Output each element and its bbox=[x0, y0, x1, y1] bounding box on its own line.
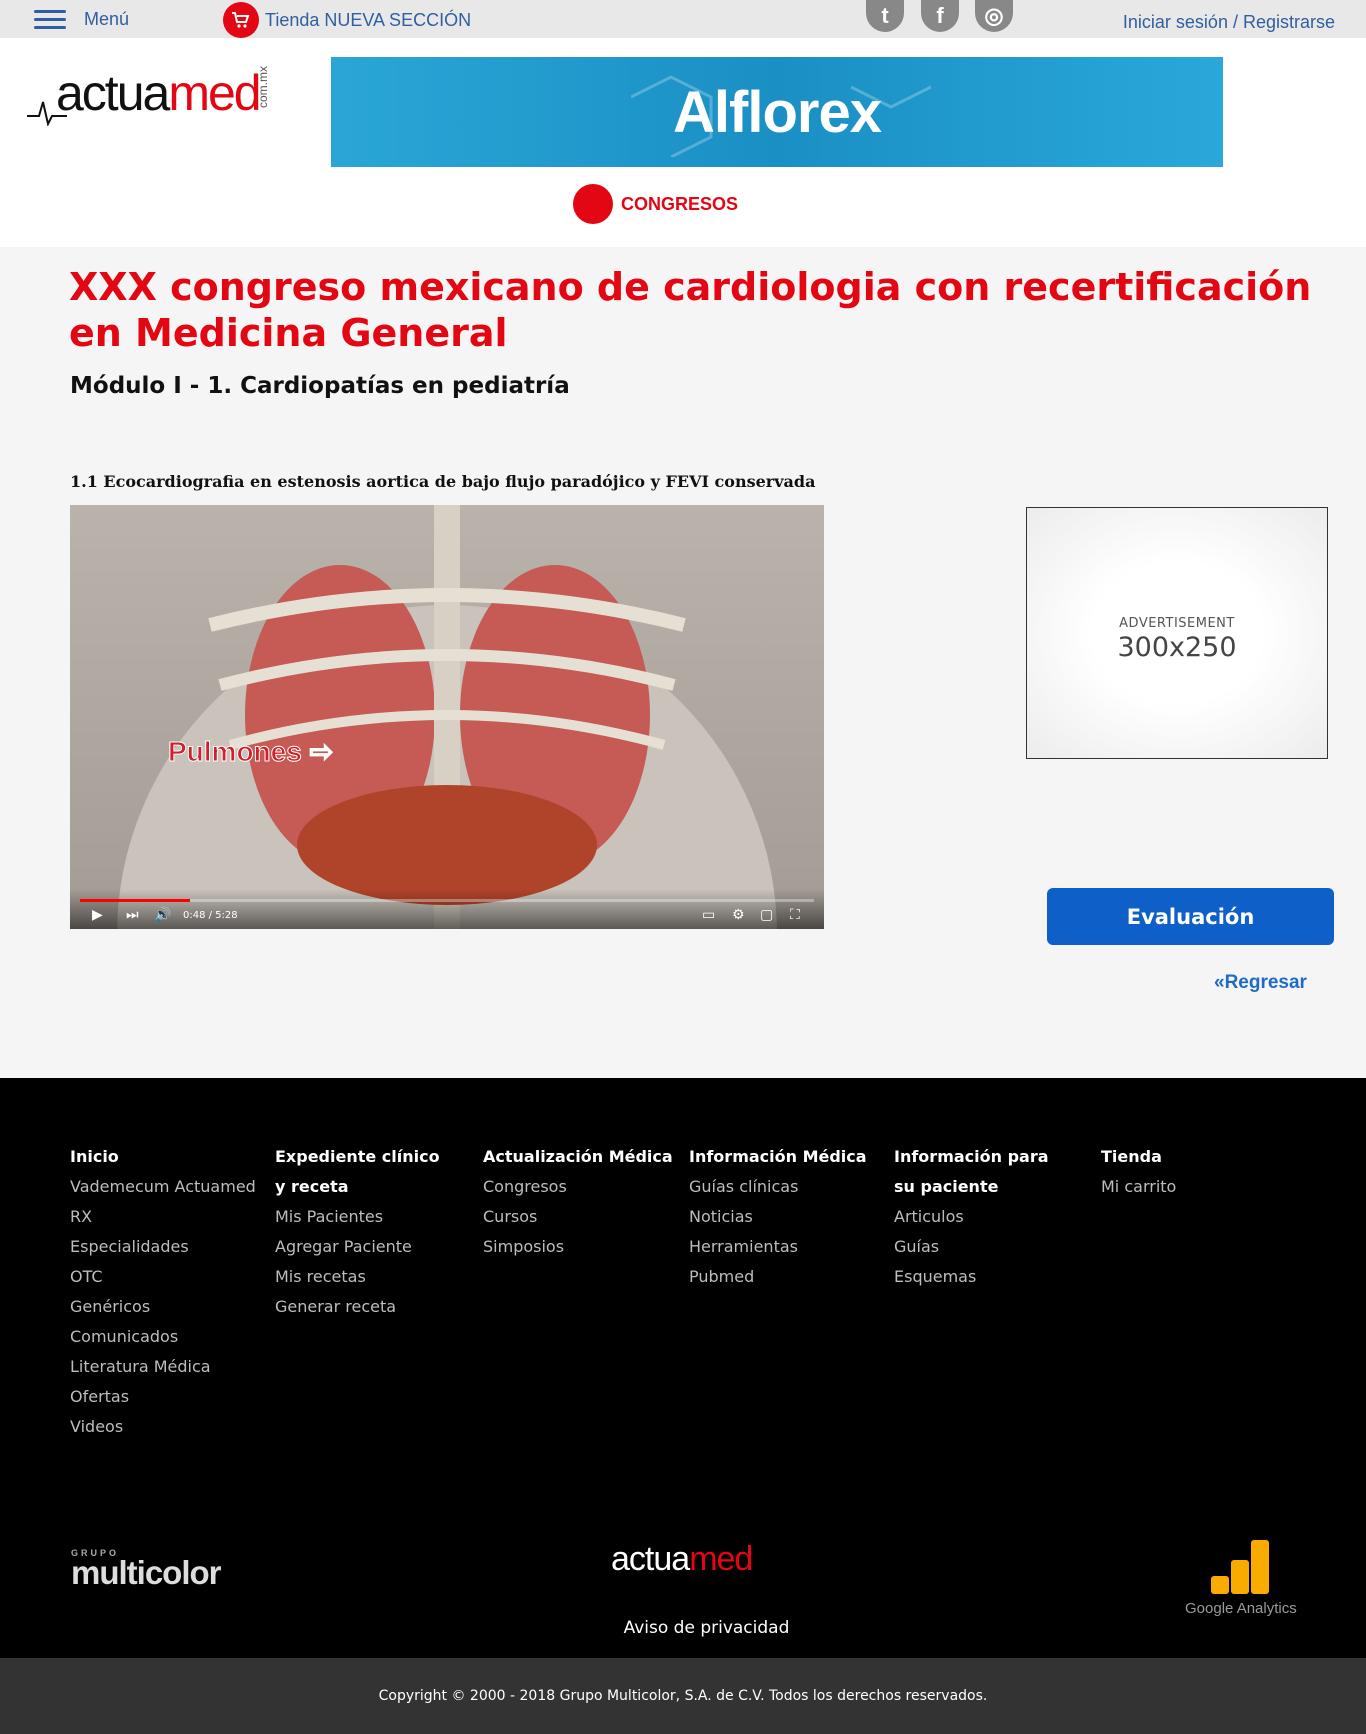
video-overlay-label: Pulmones ⇨ bbox=[167, 736, 334, 768]
video-progress-fill bbox=[80, 899, 191, 902]
footer-col-actualizacion: Actualización Médica Congresos Cursos Si… bbox=[483, 1142, 688, 1262]
footer-logo-text-a: actua bbox=[611, 1540, 690, 1578]
footer-link[interactable]: Congresos bbox=[483, 1172, 688, 1202]
footer-link[interactable]: Mi carrito bbox=[1101, 1172, 1251, 1202]
footer-link[interactable]: Articulos bbox=[894, 1202, 1069, 1232]
video-time: 0:48 / 5:28 bbox=[183, 910, 238, 921]
footer-link[interactable]: Esquemas bbox=[894, 1262, 1069, 1292]
logo-domain: com.mx bbox=[256, 66, 270, 108]
multicolor-logo-big: multicolor bbox=[71, 1554, 222, 1591]
site-header: actuamed com.mx Alflorex CONGRESOS bbox=[0, 38, 1366, 247]
footer-col-inicio: Inicio Vademecum Actuamed RX Especialida… bbox=[70, 1142, 260, 1442]
store-label: Tienda NUEVA SECCIÓN bbox=[265, 9, 472, 30]
footer-link[interactable]: Literatura Médica bbox=[70, 1352, 260, 1382]
footer-link[interactable]: Simposios bbox=[483, 1232, 688, 1262]
footer-col-tienda: Tienda Mi carrito bbox=[1101, 1142, 1251, 1202]
privacy-link[interactable]: Aviso de privacidad bbox=[0, 1618, 1366, 1638]
video-player[interactable]: Pulmones ⇨ ▶ ⏭ 🔊 0:48 / 5:28 ▭ ⚙ ▢ ⛶ bbox=[70, 505, 824, 929]
footer-heading[interactable]: Tienda bbox=[1101, 1142, 1251, 1172]
miniplayer-icon[interactable]: ▢ bbox=[760, 907, 773, 923]
footer-link[interactable]: Mis Pacientes bbox=[275, 1202, 455, 1232]
copyright-text: Copyright © 2000 - 2018 Grupo Multicolor… bbox=[378, 1688, 988, 1704]
footer-link[interactable]: Pubmed bbox=[689, 1262, 889, 1292]
footer-link[interactable]: Especialidades bbox=[70, 1232, 260, 1262]
footer-actuamed-logo[interactable]: actuamed bbox=[611, 1540, 753, 1579]
next-icon[interactable]: ⏭ bbox=[126, 907, 139, 923]
menu-button[interactable]: Menú bbox=[34, 9, 129, 30]
settings-icon[interactable]: ⚙ bbox=[732, 907, 745, 923]
footer-link[interactable]: Comunicados bbox=[70, 1322, 260, 1352]
play-icon[interactable]: ▶ bbox=[92, 907, 103, 923]
module-subtitle: Módulo I - 1. Cardiopatías en pediatría bbox=[70, 373, 570, 399]
footer-link[interactable]: Vademecum Actuamed bbox=[70, 1172, 260, 1202]
hamburger-icon bbox=[34, 9, 66, 30]
lesson-title: 1.1 Ecocardiografia en estenosis aortica… bbox=[70, 472, 816, 491]
footer-link[interactable]: Guías clínicas bbox=[689, 1172, 889, 1202]
footer-link[interactable]: Cursos bbox=[483, 1202, 688, 1232]
footer-link[interactable]: Herramientas bbox=[689, 1232, 889, 1262]
store-link[interactable]: Tienda NUEVA SECCIÓN bbox=[223, 2, 471, 38]
instagram-icon[interactable]: ◎ bbox=[975, 0, 1013, 32]
alflorex-banner[interactable]: Alflorex bbox=[331, 57, 1223, 167]
ad-small-label: ADVERTISEMENT bbox=[1119, 616, 1235, 631]
multicolor-logo[interactable]: GRUPO multicolor bbox=[71, 1548, 222, 1592]
section-tag[interactable]: CONGRESOS bbox=[573, 184, 738, 224]
footer-link[interactable]: Generar receta bbox=[275, 1292, 455, 1322]
logo-text-b: med bbox=[168, 65, 261, 121]
video-progress-bar[interactable] bbox=[80, 899, 814, 902]
ad-size-label: 300x250 bbox=[1117, 632, 1237, 663]
footer-heading[interactable]: Expediente clínico y receta bbox=[275, 1142, 455, 1202]
video-controls: ▶ ⏭ 🔊 0:48 / 5:28 ▭ ⚙ ▢ ⛶ bbox=[70, 889, 824, 929]
footer-heading[interactable]: Actualización Médica bbox=[483, 1142, 688, 1172]
subtitles-icon[interactable]: ▭ bbox=[702, 907, 715, 923]
footer-heading[interactable]: Información para su paciente bbox=[894, 1142, 1069, 1202]
footer-link[interactable]: RX bbox=[70, 1202, 260, 1232]
cart-icon bbox=[223, 2, 259, 38]
volume-icon[interactable]: 🔊 bbox=[154, 907, 171, 923]
footer-logo-text-b: med bbox=[689, 1540, 753, 1578]
footer-link[interactable]: Ofertas bbox=[70, 1382, 260, 1412]
page-title: XXX congreso mexicano de cardiologia con… bbox=[69, 265, 1312, 355]
twitter-icon[interactable]: t bbox=[866, 0, 904, 32]
section-label: CONGRESOS bbox=[621, 193, 739, 214]
anatomy-image bbox=[117, 505, 777, 929]
footer-col-paciente: Información para su paciente Articulos G… bbox=[894, 1142, 1069, 1292]
footer-col-informacion: Información Médica Guías clínicas Notici… bbox=[689, 1142, 889, 1292]
facebook-icon[interactable]: f bbox=[921, 0, 959, 32]
back-link[interactable]: «Regresar bbox=[1214, 972, 1307, 994]
footer-link[interactable]: Genéricos bbox=[70, 1292, 260, 1322]
footer-link[interactable]: OTC bbox=[70, 1262, 260, 1292]
footer-link[interactable]: Mis recetas bbox=[275, 1262, 455, 1292]
footer-link[interactable]: Noticias bbox=[689, 1202, 889, 1232]
congress-icon bbox=[573, 184, 613, 224]
banner-text: Alflorex bbox=[673, 80, 882, 145]
analytics-label: Google Analytics bbox=[1185, 1600, 1297, 1617]
login-register-link[interactable]: Iniciar sesión / Registrarse bbox=[1123, 12, 1335, 33]
footer-col-expediente: Expediente clínico y receta Mis Paciente… bbox=[275, 1142, 455, 1322]
evaluation-button[interactable]: Evaluación bbox=[1047, 888, 1334, 945]
top-bar: Menú Tienda NUEVA SECCIÓN t f ◎ Iniciar … bbox=[0, 0, 1366, 38]
google-analytics-logo: Google Analytics bbox=[1185, 1540, 1297, 1617]
site-footer: Inicio Vademecum Actuamed RX Especialida… bbox=[0, 1078, 1366, 1658]
footer-link[interactable]: Videos bbox=[70, 1412, 260, 1442]
footer-heading[interactable]: Inicio bbox=[70, 1142, 260, 1172]
logo-text-a: actua bbox=[56, 65, 170, 121]
footer-heading[interactable]: Información Médica bbox=[689, 1142, 889, 1172]
footer-link[interactable]: Guías bbox=[894, 1232, 1069, 1262]
fullscreen-icon[interactable]: ⛶ bbox=[790, 907, 800, 923]
menu-label: Menú bbox=[84, 9, 130, 29]
footer-link[interactable]: Agregar Paciente bbox=[275, 1232, 455, 1262]
copyright-bar: Copyright © 2000 - 2018 Grupo Multicolor… bbox=[0, 1658, 1366, 1734]
ad-placeholder[interactable]: ADVERTISEMENT 300x250 bbox=[1026, 507, 1328, 759]
analytics-icon bbox=[1210, 1540, 1271, 1594]
